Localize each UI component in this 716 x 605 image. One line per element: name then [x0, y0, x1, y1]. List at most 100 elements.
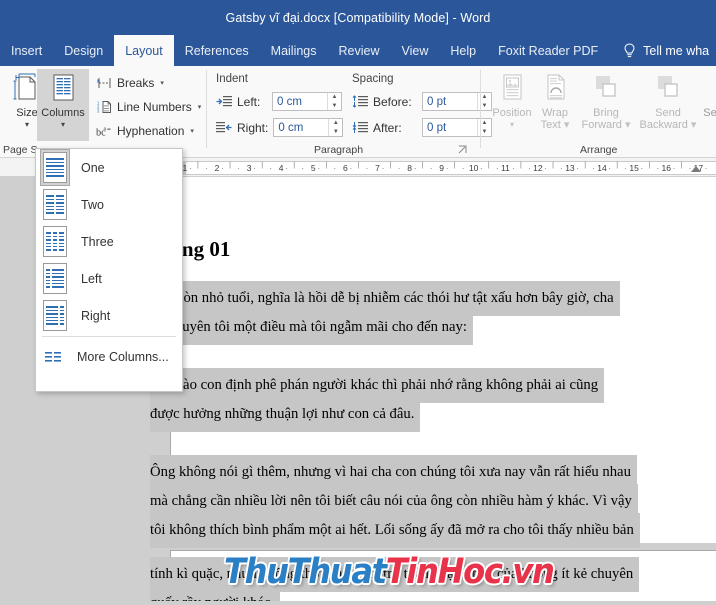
indent-right-stepper[interactable]: ▲ ▼	[273, 118, 344, 137]
tab-references[interactable]: References	[174, 35, 260, 66]
indent-right-spin-up[interactable]: ▲	[329, 119, 342, 128]
three-column-icon	[43, 226, 67, 257]
spacing-after-icon	[352, 121, 368, 135]
indent-right-spin-buttons[interactable]: ▲ ▼	[328, 119, 342, 136]
indent-right-input[interactable]	[274, 119, 329, 136]
indent-left-label: Left:	[237, 94, 261, 109]
columns-menu-item-more-columns[interactable]: More Columns...	[36, 339, 182, 375]
ruler-minor-tick: ·	[461, 163, 465, 173]
tab-view[interactable]: View	[391, 35, 440, 66]
indent-left-input[interactable]	[273, 93, 327, 110]
send-backward-button[interactable]: Send Backward ▾	[635, 69, 701, 141]
indent-header: Indent	[216, 73, 248, 85]
columns-menu-label-three: Three	[81, 234, 114, 249]
ribbon: Size ▾ Columns ▾ Breaks ▾ 1 2 3 Line Num…	[0, 66, 716, 158]
wrap-text-button[interactable]: Wrap Text ▾	[531, 69, 579, 141]
ribbon-group-arrange: Position ▾ Wrap Text ▾ Bring Forward ▾ S…	[482, 66, 716, 158]
title-bar: Gatsby vĩ đại.docx [Compatibility Mode] …	[0, 0, 716, 35]
indent-left-stepper[interactable]: ▲ ▼	[272, 92, 342, 111]
columns-button[interactable]: Columns ▾	[37, 69, 89, 141]
ruler-minor-tick: ·	[445, 163, 449, 173]
ruler-minor-tick: ·	[397, 163, 401, 173]
ruler-minor-tick: ·	[704, 163, 708, 173]
send-backward-caret-icon: ▾	[690, 119, 697, 131]
ruler-tick-12: 12	[533, 163, 543, 173]
tell-me-search[interactable]: Tell me wha	[609, 35, 709, 66]
spacing-after-input[interactable]	[423, 119, 477, 136]
tab-help[interactable]: Help	[439, 35, 487, 66]
ruler-minor-tick: ·	[560, 163, 563, 173]
ruler-minor-tick: ·	[237, 163, 240, 173]
columns-menu-divider	[42, 336, 176, 337]
ruler-tick-13: 13	[565, 163, 575, 173]
position-button[interactable]: Position ▾	[488, 69, 536, 141]
columns-menu-item-left[interactable]: Left	[36, 260, 182, 297]
ruler-minor-tick: ·	[253, 163, 257, 173]
spacing-before-input[interactable]	[423, 93, 477, 110]
tab-design[interactable]: Design	[53, 35, 114, 66]
ruler-tick-3: 3	[246, 163, 252, 173]
ruler-minor-tick: ·	[672, 163, 676, 173]
line-numbers-icon: 123	[96, 99, 112, 115]
line-numbers-button[interactable]: 123 Line Numbers ▾	[96, 99, 202, 115]
bring-forward-label-line1: Bring	[593, 107, 619, 119]
ribbon-group-page-setup: Size ▾ Columns ▾ Breaks ▾ 1 2 3 Line Num…	[0, 66, 204, 158]
breaks-button[interactable]: Breaks ▾	[96, 75, 164, 91]
right-indent-marker[interactable]	[691, 166, 701, 172]
columns-menu-item-right[interactable]: Right	[36, 297, 182, 334]
columns-menu-item-two[interactable]: Two	[36, 186, 182, 223]
spacing-header: Spacing	[352, 73, 394, 85]
selection-pane-label: Se	[703, 107, 716, 119]
tab-foxit-reader-pdf[interactable]: Foxit Reader PDF	[487, 35, 609, 66]
tab-mailings[interactable]: Mailings	[260, 35, 328, 66]
spacing-before-icon	[352, 94, 368, 109]
ruler-minor-tick: ·	[269, 163, 273, 173]
tab-insert[interactable]: Insert	[0, 35, 53, 66]
columns-menu-item-three[interactable]: Three	[36, 223, 182, 260]
doc-line-p3-c: tôi không thích bình phẩm một ai hết. Lố…	[150, 513, 640, 548]
site-watermark: ThuThuatTinHoc.vn	[224, 552, 555, 592]
indent-right-spin-down[interactable]: ▼	[329, 128, 342, 137]
ruler-minor-tick: |	[197, 162, 199, 169]
doc-line-p1-b: có khuyên tôi một điều mà tôi ngẫm mãi c…	[150, 310, 473, 345]
hyphenation-button[interactable]: bc a Hyphenation ▾	[96, 123, 194, 139]
more-columns-icon	[43, 350, 65, 364]
ruler-minor-tick: ·	[495, 163, 499, 173]
ruler-minor-tick: |	[453, 162, 456, 169]
ruler-tick-7: 7	[375, 163, 380, 173]
ruler-minor-tick: ·	[528, 163, 531, 173]
ruler-tick-16: 16	[661, 163, 671, 173]
columns-dropdown-menu[interactable]: One Two Three Left Right More Columns...	[35, 148, 183, 392]
ruler-minor-tick: ·	[656, 163, 660, 173]
indent-left-spin-up[interactable]: ▲	[328, 93, 341, 102]
ribbon-group-paragraph: Indent Spacing Left: ▲ ▼	[208, 66, 492, 158]
wrap-text-icon	[540, 69, 570, 107]
ruler-minor-tick: |	[357, 162, 360, 169]
tab-layout[interactable]: Layout	[114, 35, 174, 66]
ruler-tick-8: 8	[407, 163, 412, 173]
indent-left-spin-down[interactable]: ▼	[328, 102, 341, 111]
breaks-label: Breaks	[117, 76, 155, 90]
paragraph-dialog-launcher[interactable]	[458, 145, 469, 156]
columns-menu-item-one[interactable]: One	[36, 149, 182, 186]
bottom-edge	[0, 601, 716, 605]
ruler-minor-tick: |	[680, 162, 683, 169]
position-label: Position	[492, 107, 532, 119]
ruler-minor-tick: ·	[189, 163, 192, 173]
indent-left-row: Left: ▲ ▼	[216, 92, 342, 111]
spacing-after-label: After:	[373, 120, 402, 135]
group-divider-1	[206, 70, 207, 148]
ruler-minor-tick: ·	[640, 163, 644, 173]
ruler-minor-tick: ·	[512, 163, 515, 173]
ruler-tick-5: 5	[310, 163, 316, 173]
bring-forward-button[interactable]: Bring Forward ▾	[575, 69, 637, 141]
tab-review[interactable]: Review	[328, 35, 391, 66]
ruler-minor-tick: |	[325, 162, 328, 169]
wrap-text-caret-icon: ▾	[563, 119, 570, 131]
selection-pane-button[interactable]: Se	[698, 69, 716, 141]
ruler-minor-tick: |	[584, 162, 587, 169]
ruler-minor-tick: ·	[624, 163, 628, 173]
ruler-tick-4: 4	[278, 163, 284, 173]
indent-left-spin-buttons[interactable]: ▲ ▼	[327, 93, 341, 110]
watermark-part-1: ThuThuat	[224, 552, 387, 592]
